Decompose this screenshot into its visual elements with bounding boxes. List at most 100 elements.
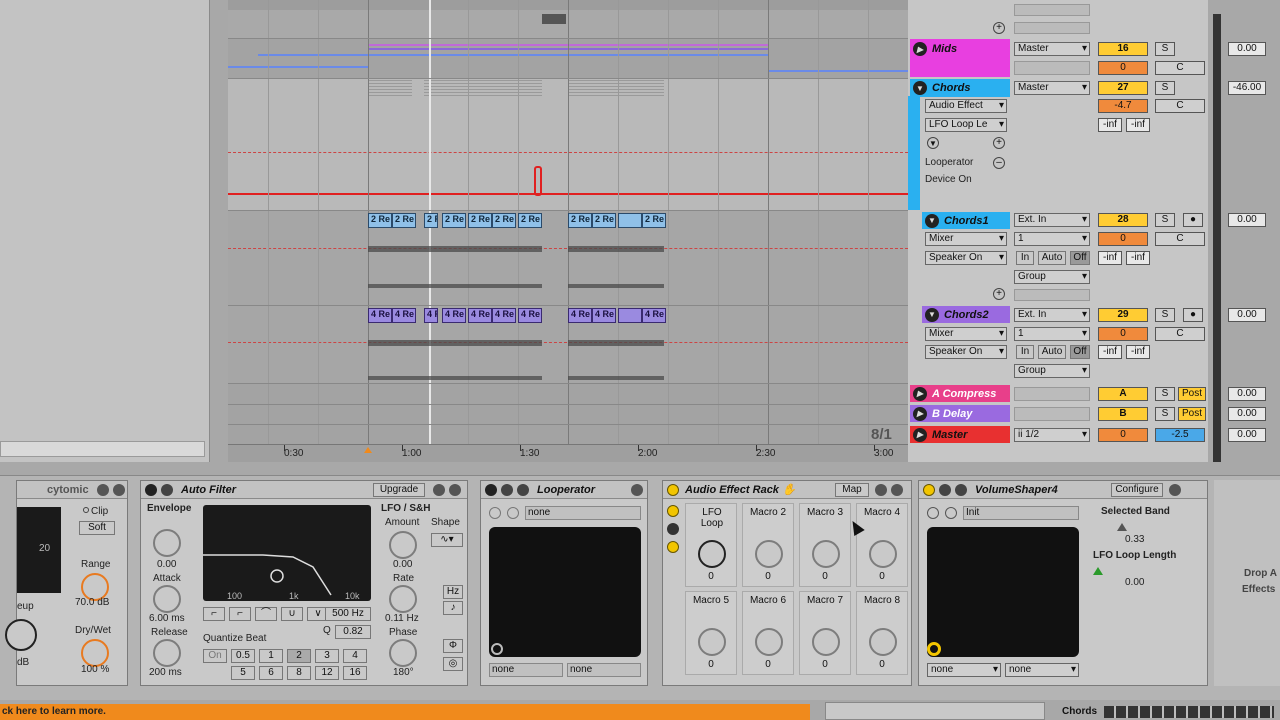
expand-icon[interactable]: ▶	[913, 406, 927, 421]
macro-knob[interactable]	[812, 628, 840, 656]
track-number[interactable]: 29	[1098, 308, 1148, 322]
fold-icon[interactable]	[161, 484, 173, 496]
macro-knob[interactable]	[755, 540, 783, 568]
clip-chords1[interactable]: 2 Re	[518, 213, 542, 228]
collapse-icon[interactable]: ▼	[925, 307, 939, 322]
solo-button[interactable]: S	[1155, 308, 1175, 322]
clip-chords1[interactable]: 2 Re	[442, 213, 466, 228]
solo-button[interactable]: S	[1155, 81, 1175, 95]
loop-slider-icon[interactable]	[1093, 567, 1103, 575]
envelope-knob[interactable]	[153, 529, 181, 557]
collapse-icon[interactable]: ▼	[925, 213, 939, 228]
volume-field[interactable]: -4.7	[1098, 99, 1148, 113]
track-master[interactable]: ▶ Master	[910, 426, 1010, 443]
monitor-off-button[interactable]: Off	[1070, 251, 1090, 265]
clip-chords1[interactable]: 2 Re	[468, 213, 492, 228]
macro-6[interactable]: Macro 6 0	[742, 591, 794, 675]
solo-button[interactable]: S	[1155, 407, 1175, 421]
filter-notch-icon[interactable]: ∪	[281, 607, 303, 621]
output-select[interactable]: Master	[1014, 42, 1090, 56]
quantize-button[interactable]: 16	[343, 666, 367, 680]
macro-knob[interactable]	[812, 540, 840, 568]
arm-button[interactable]: ●	[1183, 213, 1203, 227]
monitor-in-button[interactable]: In	[1016, 345, 1034, 359]
pan-field[interactable]: -2.5	[1155, 428, 1205, 442]
chain-param-select[interactable]: LFO Loop Le	[925, 118, 1007, 132]
send-field[interactable]: 0.00	[1228, 308, 1266, 322]
time-ruler[interactable]: 0:30 1:00 1:30 2:00 2:30 3:00	[228, 444, 908, 462]
clip-chords2[interactable]: 4 Re	[642, 308, 666, 323]
rate-sync-icon[interactable]: ♪	[443, 601, 463, 615]
pan-field[interactable]: C	[1155, 61, 1205, 75]
power-icon[interactable]	[485, 484, 497, 496]
macro-5[interactable]: Macro 5 0	[685, 591, 737, 675]
monitor-off-button[interactable]: Off	[1070, 345, 1090, 359]
device-looperator[interactable]: Looperator none none none	[480, 480, 648, 686]
looperator-display[interactable]	[489, 527, 641, 657]
filter-display[interactable]: 100 1k 10k	[203, 505, 371, 601]
prev-icon[interactable]	[927, 507, 939, 519]
macro-7[interactable]: Macro 7 0	[799, 591, 851, 675]
output-field[interactable]: none	[567, 663, 641, 677]
quantize-button[interactable]: 1	[259, 649, 283, 663]
pan-field[interactable]: C	[1155, 232, 1205, 246]
quantize-button[interactable]: 0.5	[231, 649, 255, 663]
remove-icon[interactable]: –	[993, 157, 1005, 169]
solo-button[interactable]: S	[1155, 387, 1175, 401]
clip-chords2[interactable]: 4 Re	[368, 308, 392, 323]
power-icon[interactable]	[667, 484, 679, 496]
macro-knob[interactable]	[755, 628, 783, 656]
monitor-auto-button[interactable]: Auto	[1038, 251, 1066, 265]
clip-chords2[interactable]: 4 Re	[568, 308, 592, 323]
frequency-field[interactable]: 500 Hz	[325, 607, 371, 621]
upgrade-button[interactable]: Upgrade	[373, 483, 425, 497]
soft-button[interactable]: Soft	[79, 521, 115, 535]
expand-icon[interactable]: ▶	[913, 386, 927, 401]
browser-scrollbar[interactable]	[0, 441, 205, 457]
volume-field[interactable]: 0	[1098, 61, 1148, 75]
add-icon[interactable]: +	[993, 288, 1005, 300]
track-number[interactable]: 16	[1098, 42, 1148, 56]
q-field[interactable]: 0.82	[335, 625, 371, 639]
quantize-on-button[interactable]: On	[203, 649, 227, 663]
macro-knob[interactable]	[698, 628, 726, 656]
macro-2[interactable]: Macro 2 0	[742, 503, 794, 587]
macros-toggle-icon[interactable]	[667, 505, 679, 517]
clip-chords2[interactable]: 4 Re	[424, 308, 438, 323]
phase-knob[interactable]	[389, 639, 417, 667]
amount-knob[interactable]	[389, 531, 417, 559]
next-icon[interactable]	[507, 507, 519, 519]
filter-highpass-icon[interactable]: ⌐	[229, 607, 251, 621]
arrangement-view[interactable]: 2 Re 2 Re 2 Re 2 Re 2 Re 2 Re 2 Re 2 Re …	[228, 0, 908, 444]
group-select[interactable]: Group	[1014, 270, 1090, 284]
post-button[interactable]: Post	[1178, 387, 1206, 401]
clip-chords1[interactable]	[618, 213, 642, 228]
attack-knob[interactable]	[153, 585, 181, 613]
down-arrow-icon[interactable]: ▼	[927, 137, 939, 149]
macro-3[interactable]: Macro 3 0	[799, 503, 851, 587]
quantize-button[interactable]: 5	[231, 666, 255, 680]
pan-field[interactable]: C	[1155, 327, 1205, 341]
phase-icon[interactable]: Φ	[443, 639, 463, 653]
release-knob[interactable]	[153, 639, 181, 667]
gain-knob[interactable]	[5, 619, 37, 651]
clip-chords1[interactable]: 2 Re	[592, 213, 616, 228]
band-slider-icon[interactable]	[1117, 523, 1127, 531]
group-select[interactable]: Group	[1014, 364, 1090, 378]
track-chords2[interactable]: ▼ Chords2	[922, 306, 1010, 323]
volume-field[interactable]: 0	[1098, 327, 1148, 341]
track-chords[interactable]: ▼ Chords	[910, 79, 1010, 97]
power-icon[interactable]	[145, 484, 157, 496]
clip-chords1[interactable]: 2 Re	[392, 213, 416, 228]
clip-chords2[interactable]: 4 Re	[518, 308, 542, 323]
handle-icon[interactable]	[491, 643, 503, 655]
output-select[interactable]: Master	[1014, 81, 1090, 95]
clip-chords1[interactable]: 2 Re	[642, 213, 666, 228]
track-number[interactable]: 27	[1098, 81, 1148, 95]
cue-output-select[interactable]: ii 1/2	[1014, 428, 1090, 442]
clip-chords2[interactable]: 4 Re	[492, 308, 516, 323]
volume-field[interactable]: 0	[1098, 428, 1148, 442]
input-select[interactable]: Ext. In	[1014, 308, 1090, 322]
device-cytomic[interactable]: cytomic 20 Clip Soft Range 70.0 dB Dry/W…	[5, 480, 128, 686]
macro-knob[interactable]	[869, 628, 897, 656]
